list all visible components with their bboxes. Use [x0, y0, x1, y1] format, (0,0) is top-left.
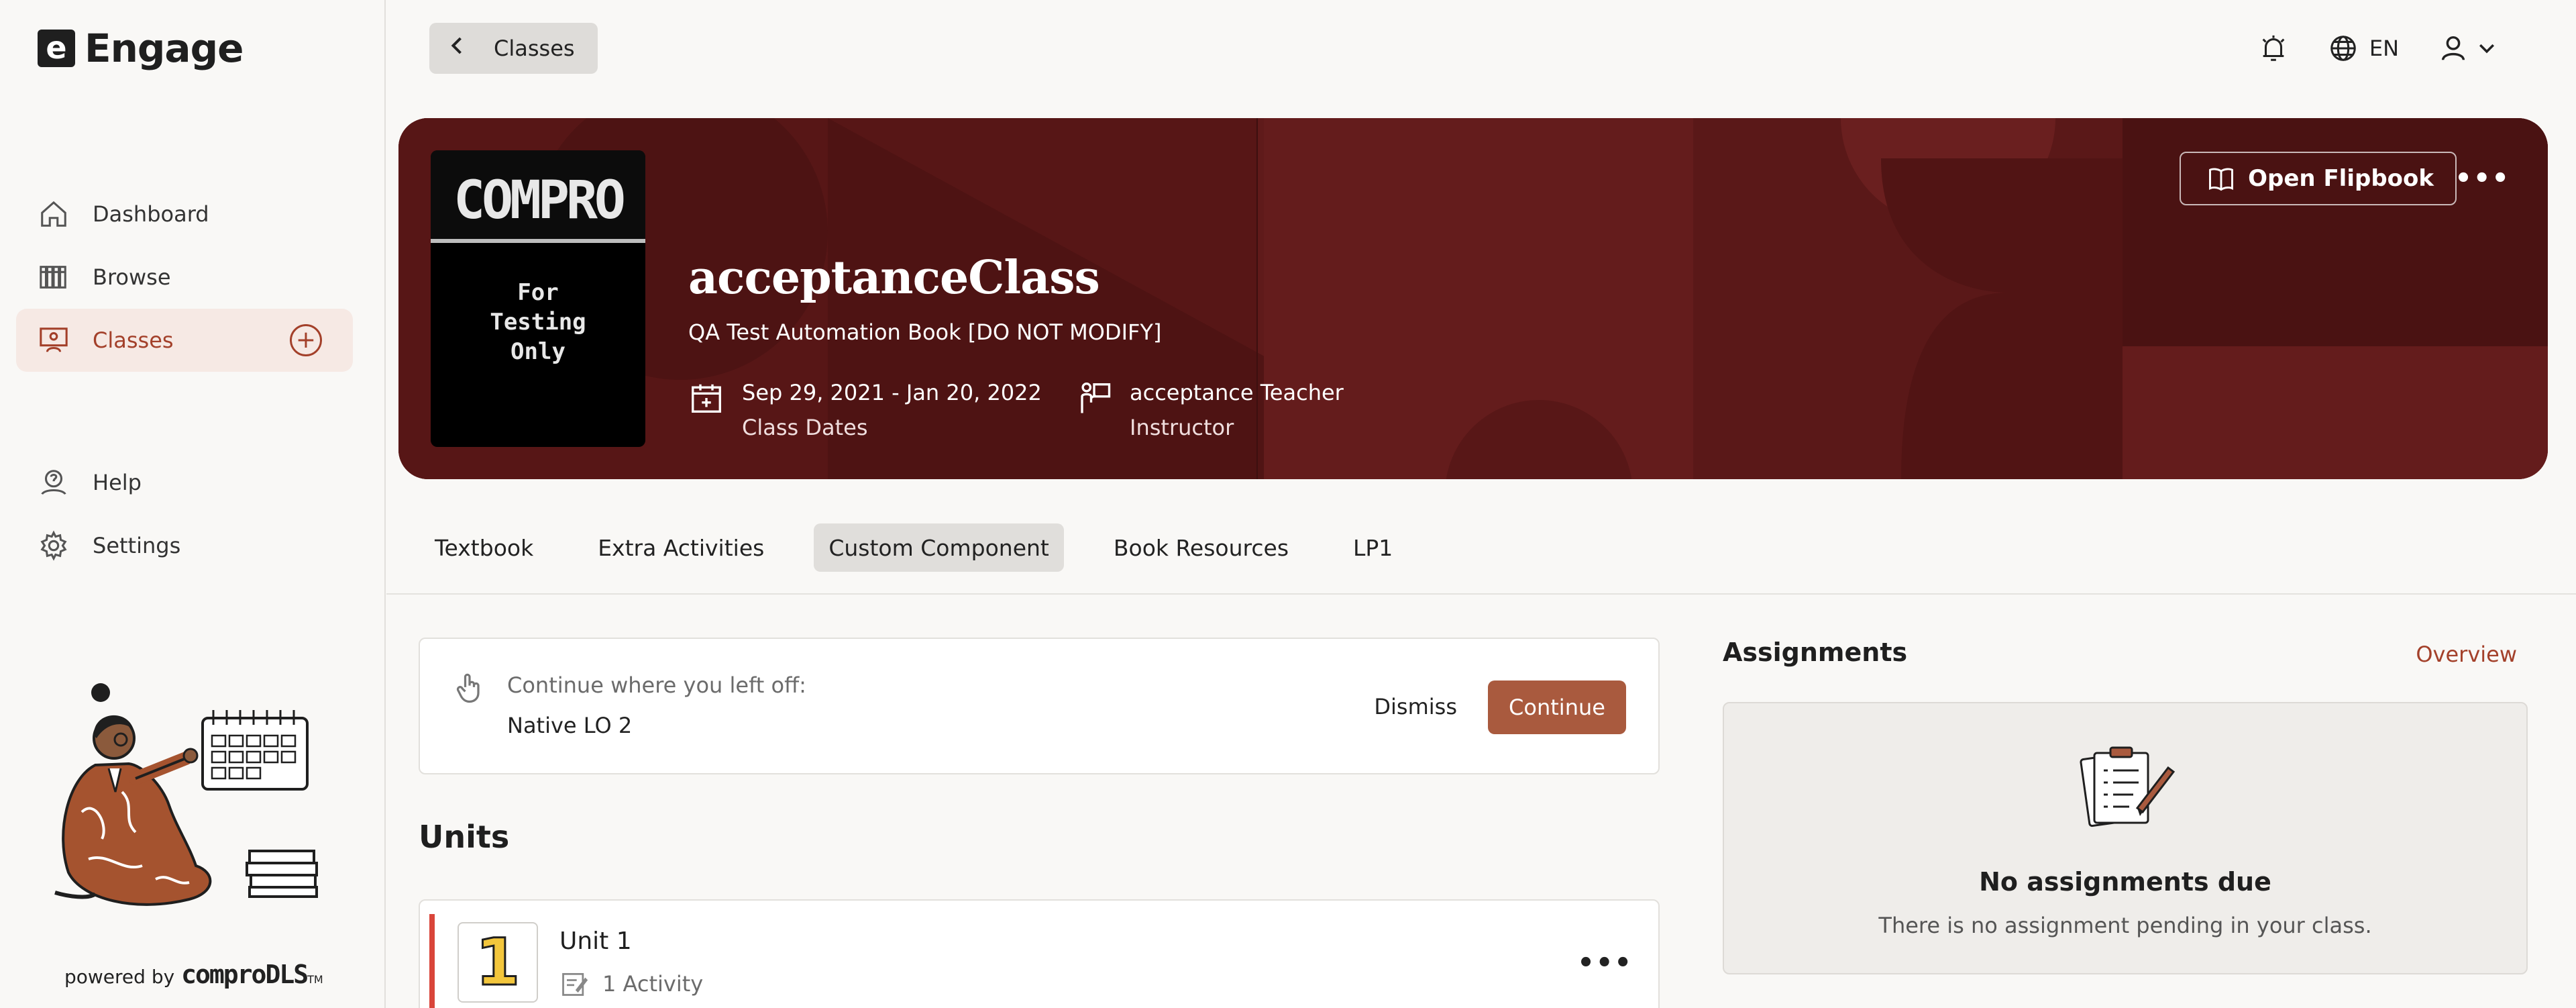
unit-activity-count: 1 Activity	[559, 969, 703, 999]
sidebar-item-label: Help	[93, 470, 142, 495]
user-menu-button[interactable]	[2438, 33, 2496, 64]
unit-more-button[interactable]: •••	[1577, 948, 1633, 978]
gear-icon	[38, 530, 70, 562]
banner-more-button[interactable]: •••	[2455, 165, 2510, 192]
sidebar-item-label: Classes	[93, 327, 174, 353]
book-cover-title: COMPRO	[431, 150, 645, 243]
app-name: Engage	[85, 26, 244, 71]
unit-title: Unit 1	[559, 927, 632, 955]
globe-icon	[2330, 36, 2356, 61]
book-cover[interactable]: COMPRO For Testing Only	[431, 150, 645, 447]
class-dates-value: Sep 29, 2021 - Jan 20, 2022	[742, 380, 1042, 405]
sidebar-item-label: Browse	[93, 264, 171, 290]
help-icon	[38, 466, 70, 499]
activity-icon	[562, 972, 588, 996]
unit-accent-bar	[429, 914, 435, 1008]
book-name: QA Test Automation Book [DO NOT MODIFY]	[688, 319, 1162, 345]
continue-item[interactable]: Native LO 2	[507, 713, 632, 738]
sidebar-item-dashboard[interactable]: Dashboard	[16, 183, 353, 246]
home-icon	[38, 198, 70, 230]
chevron-left-icon	[449, 35, 464, 62]
clipboard-icon	[2080, 746, 2176, 827]
teacher-illustration	[54, 683, 318, 906]
user-icon	[2441, 36, 2465, 60]
class-title: acceptanceClass	[688, 251, 1100, 305]
language-label: EN	[2369, 36, 2399, 61]
tab-lp1[interactable]: LP1	[1338, 523, 1407, 572]
continue-button[interactable]: Continue	[1488, 681, 1626, 734]
powered-by-brand: comproDLS	[181, 960, 309, 989]
tab-textbook[interactable]: Textbook	[420, 523, 548, 572]
sidebar-item-browse[interactable]: Browse	[16, 246, 353, 309]
language-selector[interactable]: EN	[2328, 33, 2399, 64]
powered-by-text: powered by	[64, 966, 175, 988]
tab-book-resources[interactable]: Book Resources	[1099, 523, 1303, 572]
class-instructor: acceptance Teacher Instructor	[1076, 380, 1344, 440]
app-logo[interactable]: e Engage	[38, 26, 244, 71]
add-class-button[interactable]: +	[290, 324, 322, 356]
powered-by-tm: TM	[307, 973, 323, 986]
chevron-down-icon	[2479, 44, 2495, 54]
sidebar-item-label: Dashboard	[93, 201, 209, 227]
notifications-button[interactable]	[2258, 33, 2289, 64]
assignments-overview-link[interactable]: Overview	[2416, 642, 2517, 667]
class-dates-label: Class Dates	[742, 415, 868, 440]
secondary-nav: Help Settings	[16, 451, 353, 577]
class-dates: Sep 29, 2021 - Jan 20, 2022 Class Dates	[688, 380, 1042, 440]
unit-card[interactable]: 1 Unit 1 1 Activity •••	[419, 899, 1660, 1008]
open-flipbook-button[interactable]: Open Flipbook	[2180, 152, 2457, 205]
main-nav: Dashboard Browse Classes +	[16, 183, 353, 372]
tab-extra-activities[interactable]: Extra Activities	[583, 523, 779, 572]
back-button-label: Classes	[494, 36, 575, 61]
alarm-icon	[2262, 35, 2285, 61]
assignments-empty-state: No assignments due There is no assignmen…	[1723, 702, 2528, 974]
instructor-icon	[1081, 382, 1111, 413]
sidebar-item-label: Settings	[93, 533, 181, 558]
assignments-heading: Assignments	[1723, 638, 1908, 667]
unit-number: 1	[458, 922, 538, 1003]
dismiss-button[interactable]: Dismiss	[1374, 694, 1457, 719]
tabs-divider	[386, 593, 2576, 595]
open-flipbook-label: Open Flipbook	[2248, 165, 2434, 192]
sidebar-item-help[interactable]: Help	[16, 451, 353, 514]
sidebar-item-classes[interactable]: Classes +	[16, 309, 353, 372]
classroom-icon	[38, 324, 70, 356]
continue-label: Continue where you left off:	[507, 672, 806, 698]
instructor-name: acceptance Teacher	[1130, 380, 1344, 405]
top-actions: EN	[2258, 27, 2576, 70]
tab-custom-component[interactable]: Custom Component	[814, 523, 1064, 572]
powered-by: powered by comproDLS TM	[64, 960, 323, 989]
empty-description: There is no assignment pending in your c…	[1878, 913, 2372, 938]
logo-mark: e	[38, 30, 75, 67]
book-cover-subtitle: For Testing Only	[490, 279, 586, 365]
sidebar: e Engage Dashboard Browse Classes + Help…	[0, 0, 386, 1008]
pointing-hand-icon	[456, 673, 480, 703]
sidebar-item-settings[interactable]: Settings	[16, 514, 353, 577]
calendar-add-icon	[692, 384, 721, 413]
unit-activity-label: 1 Activity	[602, 971, 704, 997]
class-tabs: Textbook Extra Activities Custom Compone…	[420, 523, 1442, 572]
continue-card: Continue where you left off: Native LO 2…	[419, 638, 1660, 774]
empty-title: No assignments due	[1979, 867, 2271, 897]
units-heading: Units	[419, 819, 510, 855]
class-banner: COMPRO For Testing Only acceptanceClass …	[398, 118, 2548, 479]
back-to-classes-button[interactable]: Classes	[429, 23, 598, 74]
books-icon	[38, 261, 70, 293]
open-book-icon	[2209, 168, 2234, 191]
instructor-label: Instructor	[1130, 415, 1234, 440]
